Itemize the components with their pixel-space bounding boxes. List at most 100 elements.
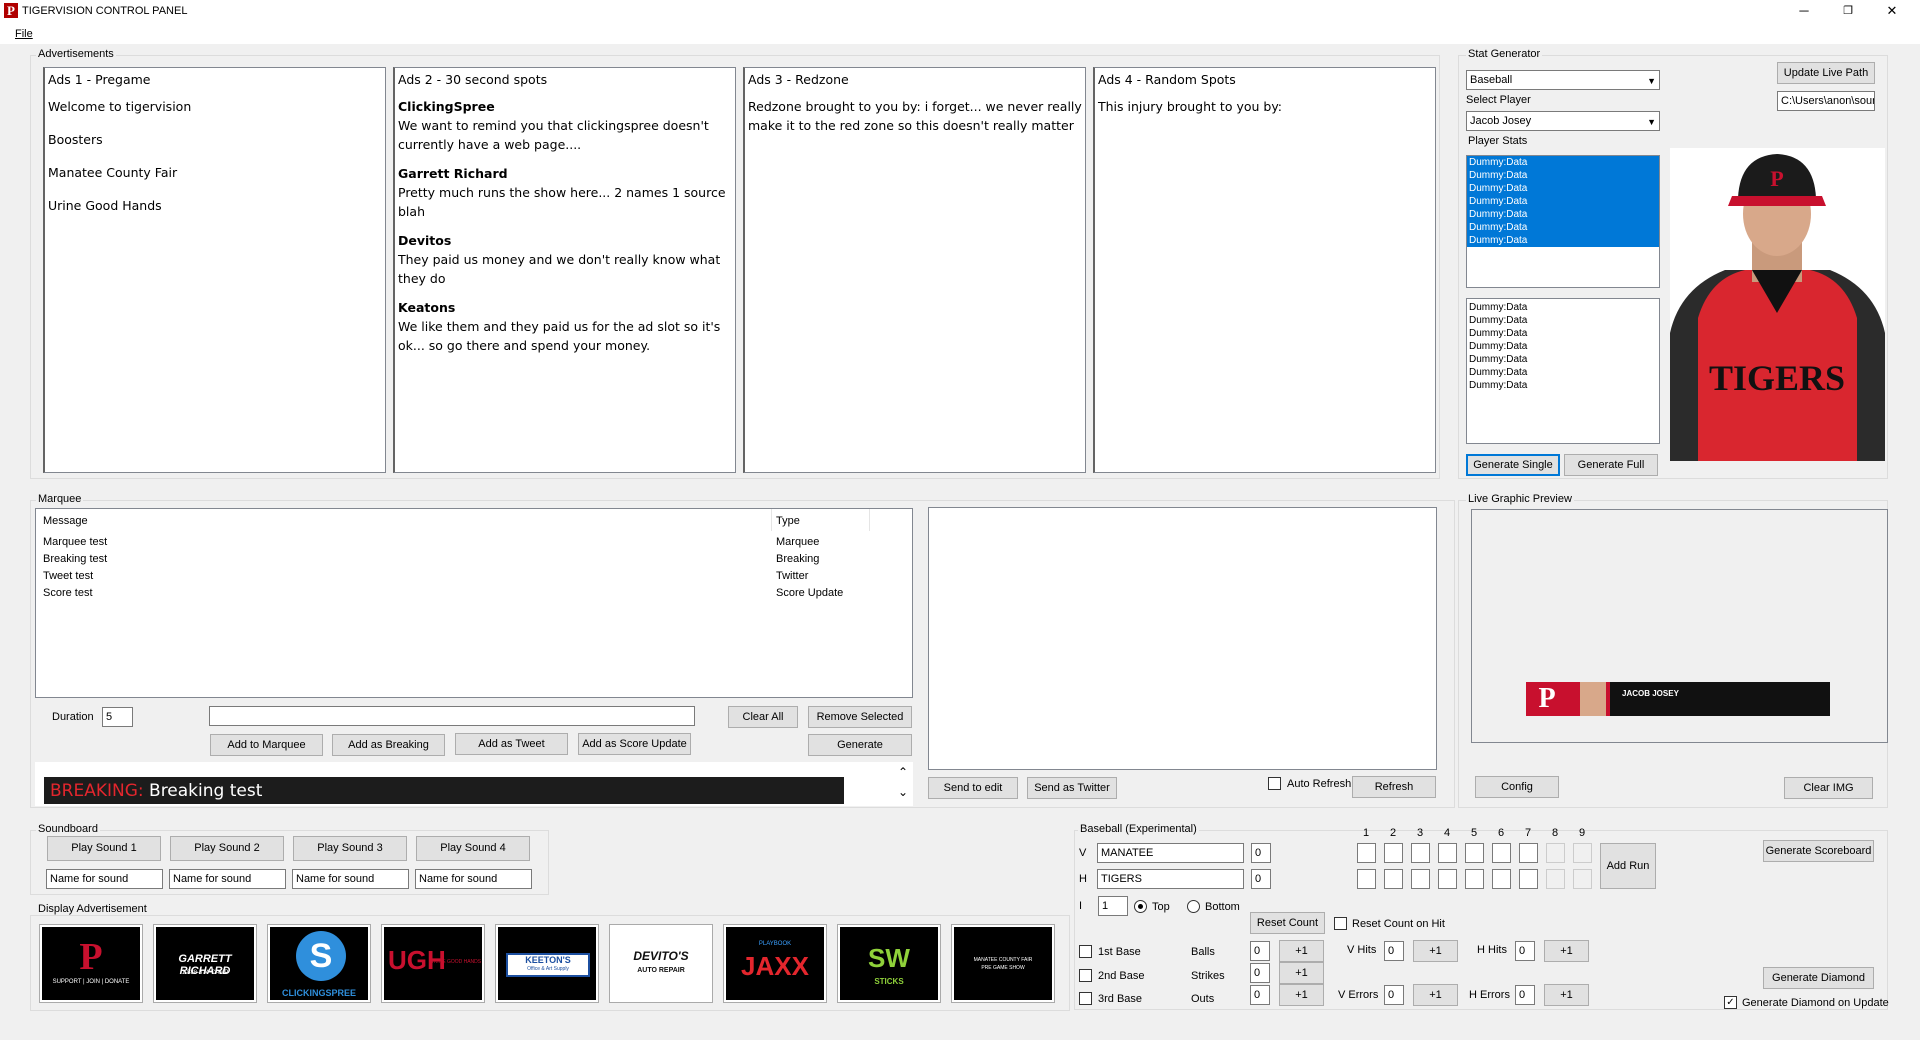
visitor-inning-field[interactable] [1492,843,1511,863]
generate-single-button[interactable]: Generate Single [1466,454,1560,476]
play-sound-3-button[interactable]: Play Sound 3 [293,836,407,861]
list-item[interactable]: Dummy:Data [1467,156,1659,169]
bottom-radio[interactable] [1187,900,1200,913]
sound-name-field[interactable]: Name for sound [169,869,286,889]
ad-thumbnail-sticks[interactable]: SW STICKS [837,924,941,1003]
first-base-checkbox[interactable] [1079,945,1092,958]
visitor-score-field[interactable]: 0 [1251,843,1271,863]
visitor-team-field[interactable]: MANATEE [1097,843,1244,863]
outs-plus-one-button[interactable]: +1 [1279,984,1324,1006]
scroll-down-icon[interactable]: ⌄ [896,785,910,799]
home-inning-field[interactable] [1384,869,1403,889]
send-to-edit-button[interactable]: Send to edit [928,777,1018,799]
maximize-button[interactable]: ❐ [1826,0,1870,22]
auto-refresh-checkbox[interactable] [1268,777,1281,790]
play-sound-4-button[interactable]: Play Sound 4 [416,836,530,861]
marquee-message-field[interactable] [209,706,695,726]
home-inning-field[interactable] [1465,869,1484,889]
live-path-field[interactable]: C:\Users\anon\sour [1777,91,1875,111]
player-stats-list[interactable]: Dummy:Data Dummy:Data Dummy:Data Dummy:D… [1466,155,1660,288]
v-hits-plus-one-button[interactable]: +1 [1413,940,1458,962]
play-sound-1-button[interactable]: Play Sound 1 [47,836,161,861]
generate-full-button[interactable]: Generate Full [1564,454,1658,476]
ad-thumbnail-garrett-richard[interactable]: GARRETT RICHARD 1-888-374-CAMP [153,924,257,1003]
balls-plus-one-button[interactable]: +1 [1279,940,1324,962]
list-item[interactable]: Dummy:Data [1467,195,1659,208]
ads4-textbox[interactable]: Ads 4 - Random Spots This injury brought… [1093,67,1436,473]
column-header-message[interactable]: Message [43,513,88,530]
list-item[interactable]: Dummy:Data [1467,208,1659,221]
list-item[interactable]: Dummy:Data [1467,299,1659,314]
visitor-inning-field[interactable] [1519,843,1538,863]
ads2-textbox[interactable]: Ads 2 - 30 second spots ClickingSpree We… [393,67,736,473]
h-errors-plus-one-button[interactable]: +1 [1544,984,1589,1006]
inning-field[interactable]: 1 [1098,896,1128,916]
home-inning-field[interactable] [1411,869,1430,889]
sound-name-field[interactable]: Name for sound [46,869,163,889]
ads3-textbox[interactable]: Ads 3 - Redzone Redzone brought to you b… [743,67,1086,473]
remove-selected-button[interactable]: Remove Selected [808,706,912,728]
player-select[interactable]: Jacob Josey ▼ [1466,111,1660,131]
v-errors-field[interactable]: 0 [1384,985,1404,1005]
list-item[interactable]: Dummy:Data [1467,314,1659,327]
update-live-path-button[interactable]: Update Live Path [1777,62,1875,84]
list-item[interactable]: Dummy:Data [1467,353,1659,366]
ad-thumbnail-devitos[interactable]: DEVITO'S AUTO REPAIR [609,924,713,1003]
add-run-button[interactable]: Add Run [1600,843,1656,889]
visitor-inning-field[interactable] [1411,843,1430,863]
top-radio[interactable] [1134,900,1147,913]
close-button[interactable]: ✕ [1870,0,1914,22]
visitor-inning-field[interactable] [1438,843,1457,863]
home-score-field[interactable]: 0 [1251,869,1271,889]
home-inning-field[interactable] [1492,869,1511,889]
sport-select[interactable]: Baseball ▼ [1466,70,1660,90]
balls-field[interactable]: 0 [1250,941,1270,961]
marquee-list[interactable]: Message Type Marquee test Marquee Breaki… [35,508,913,698]
home-inning-field[interactable] [1519,869,1538,889]
send-as-twitter-button[interactable]: Send as Twitter [1027,777,1117,799]
add-to-marquee-button[interactable]: Add to Marquee [210,734,323,756]
h-errors-field[interactable]: 0 [1515,985,1535,1005]
ad-thumbnail-manatee-fair[interactable]: MANATEE COUNTY FAIR PRE GAME SHOW [951,924,1055,1003]
clear-img-button[interactable]: Clear IMG [1784,777,1873,799]
refresh-button[interactable]: Refresh [1352,776,1436,798]
reset-count-button[interactable]: Reset Count [1250,912,1325,934]
ad-thumbnail-clickingspree[interactable]: S CLICKINGSPREE [267,924,371,1003]
reset-count-on-hit-checkbox[interactable] [1334,917,1347,930]
list-item[interactable]: Dummy:Data [1467,327,1659,340]
visitor-inning-field[interactable] [1357,843,1376,863]
ads1-textbox[interactable]: Ads 1 - Pregame Welcome to tigervision B… [43,67,386,473]
ad-thumbnail-pinnacle[interactable]: P SUPPORT | JOIN | DONATE [39,924,143,1003]
config-button[interactable]: Config [1475,776,1559,798]
home-inning-field[interactable] [1357,869,1376,889]
play-sound-2-button[interactable]: Play Sound 2 [170,836,284,861]
sound-name-field[interactable]: Name for sound [415,869,532,889]
add-as-score-update-button[interactable]: Add as Score Update [578,733,691,755]
v-hits-field[interactable]: 0 [1384,941,1404,961]
generate-marquee-button[interactable]: Generate [808,734,912,756]
visitor-inning-field[interactable] [1384,843,1403,863]
list-item[interactable]: Dummy:Data [1467,169,1659,182]
home-team-field[interactable]: TIGERS [1097,869,1244,889]
scroll-up-icon[interactable]: ⌃ [896,765,910,779]
list-item[interactable]: Dummy:Data [1467,221,1659,234]
generate-diamond-on-update-checkbox[interactable]: ✓ [1724,996,1737,1009]
v-errors-plus-one-button[interactable]: +1 [1413,984,1458,1006]
strikes-plus-one-button[interactable]: +1 [1279,962,1324,984]
generate-diamond-button[interactable]: Generate Diamond [1763,967,1874,989]
minimize-button[interactable]: ─ [1782,0,1826,22]
add-as-tweet-button[interactable]: Add as Tweet [455,733,568,755]
h-hits-field[interactable]: 0 [1515,941,1535,961]
clear-all-button[interactable]: Clear All [728,706,798,728]
add-as-breaking-button[interactable]: Add as Breaking [332,734,445,756]
list-item[interactable]: Dummy:Data [1467,340,1659,353]
strikes-field[interactable]: 0 [1250,963,1270,983]
stats-output-list[interactable]: Dummy:Data Dummy:Data Dummy:Data Dummy:D… [1466,298,1660,444]
outs-field[interactable]: 0 [1250,985,1270,1005]
list-item[interactable]: Dummy:Data [1467,234,1659,247]
menu-file[interactable]: File [15,28,33,40]
ad-thumbnail-ugh[interactable]: UGH URINE GOOD HANDS [381,924,485,1003]
home-inning-field[interactable] [1438,869,1457,889]
h-hits-plus-one-button[interactable]: +1 [1544,940,1589,962]
ad-thumbnail-jaxx[interactable]: PLAYBOOK JAXX [723,924,827,1003]
